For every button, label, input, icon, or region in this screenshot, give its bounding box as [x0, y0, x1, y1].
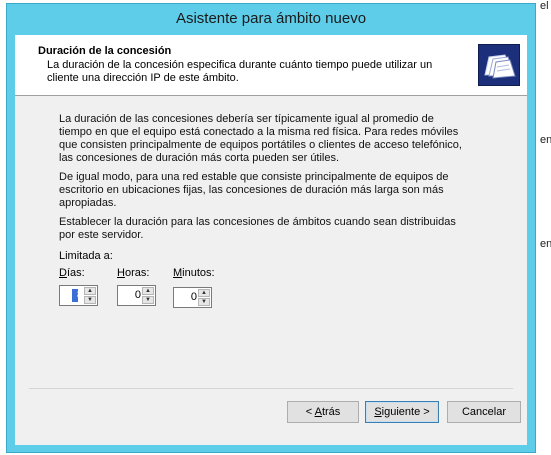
limited-to-label: Limitada a: [59, 250, 113, 262]
next-button[interactable]: Siguiente > [365, 401, 439, 423]
wizard-header: Duración de la concesión La duración de … [15, 35, 527, 96]
days-value[interactable]: 8 [77, 289, 83, 301]
background-text-fragment: en [540, 238, 551, 250]
stable-network-paragraph: De igual modo, para una red estable que … [59, 171, 449, 209]
hours-value[interactable]: 0 [135, 289, 141, 301]
days-label: Días: [59, 267, 85, 279]
hours-decrement-button[interactable]: ▼ [142, 296, 154, 304]
minutes-decrement-button[interactable]: ▼ [198, 298, 210, 306]
title-bar[interactable]: Asistente para ámbito nuevo [7, 4, 535, 35]
dialog-client-area: Duración de la concesión La duración de … [15, 35, 527, 445]
background-text-fragment: en [540, 134, 551, 146]
folder-wizard-icon [478, 44, 520, 86]
button-separator [29, 388, 513, 389]
new-scope-wizard-dialog: Asistente para ámbito nuevo Duración de … [6, 3, 536, 453]
minutes-value[interactable]: 0 [191, 291, 197, 303]
set-duration-paragraph: Establecer la duración para las concesio… [59, 216, 456, 241]
page-subtitle: La duración de la concesión especifica d… [47, 59, 433, 84]
cancel-button[interactable]: Cancelar [447, 401, 521, 423]
window-title: Asistente para ámbito nuevo [175, 10, 367, 27]
minutes-stepper[interactable]: 0 ▲ ▼ [173, 287, 212, 308]
back-button[interactable]: < Atrás [287, 401, 359, 423]
hours-label: Horas: [117, 267, 150, 279]
minutes-label: Minutos: [173, 267, 215, 279]
days-stepper[interactable]: 8 ▲ ▼ [59, 285, 98, 306]
lease-description-paragraph: La duración de las concesiones debería s… [59, 113, 462, 164]
days-increment-button[interactable]: ▲ [84, 287, 96, 295]
background-window-strip: el en en [536, 0, 551, 455]
background-text-fragment: el [540, 0, 549, 12]
hours-stepper[interactable]: 0 ▲ ▼ [117, 285, 156, 306]
hours-increment-button[interactable]: ▲ [142, 287, 154, 295]
minutes-increment-button[interactable]: ▲ [198, 289, 210, 297]
days-decrement-button[interactable]: ▼ [84, 296, 96, 304]
page-title: Duración de la concesión [38, 45, 172, 57]
